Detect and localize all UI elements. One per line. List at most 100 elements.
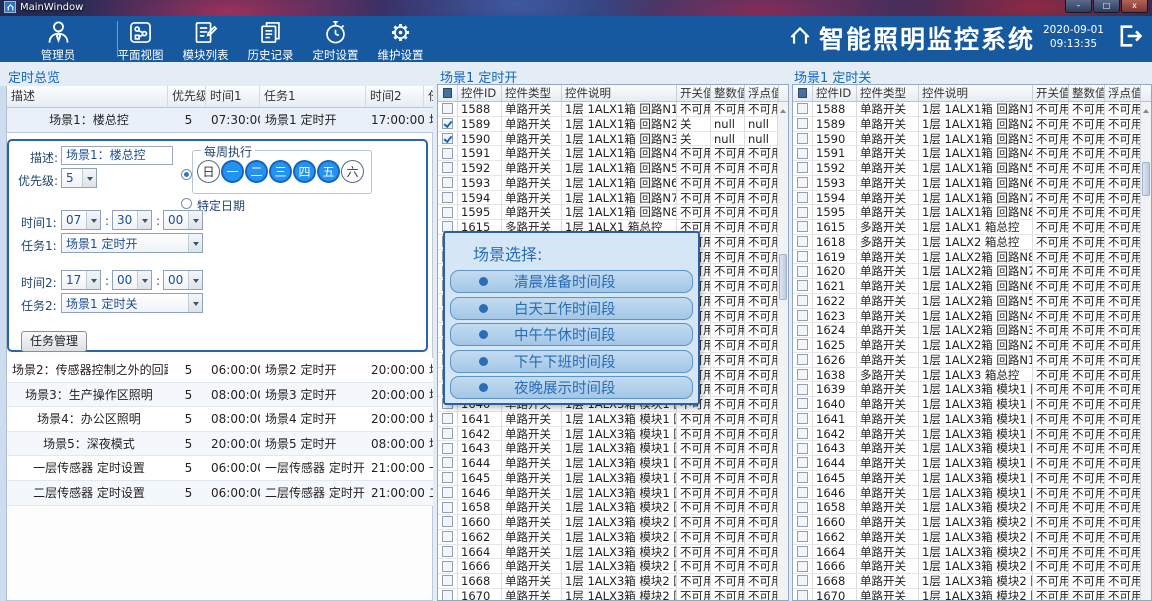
select-all-checkbox[interactable] xyxy=(793,85,813,101)
scene-off-scrollbar[interactable] xyxy=(1140,102,1151,600)
time2-minute-select[interactable]: 00 xyxy=(112,270,152,290)
scene-on-row[interactable]: 1642单路开关1层 1ALX3箱 模块1 回路N5不可用不可用不可用 xyxy=(438,427,779,442)
overview-row[interactable]: 二层传感器 定时设置506:00:00二层传感器 定时开21:00:00二层传感… xyxy=(7,481,433,506)
row-checkbox[interactable] xyxy=(442,531,453,542)
maximize-button[interactable]: □ xyxy=(1093,0,1120,13)
scene-on-row[interactable]: 1594单路开关1层 1ALX1箱 回路N7不可用不可用不可用 xyxy=(438,191,779,206)
column-header[interactable]: 优先级 xyxy=(168,86,206,107)
row-checkbox[interactable] xyxy=(442,177,453,188)
row-checkbox[interactable] xyxy=(797,133,808,144)
row-checkbox[interactable] xyxy=(797,575,808,586)
column-header[interactable]: 控件ID xyxy=(458,85,502,101)
row-checkbox[interactable] xyxy=(797,516,808,527)
scene-off-row[interactable]: 1660单路开关1层 1ALX3箱 模块2 回路N10不可用不可用不可用 xyxy=(793,515,1141,530)
time2-second-select[interactable]: 00 xyxy=(163,270,203,290)
scene-on-row[interactable]: 1590单路开关1层 1ALX1箱 回路N3关nullnull xyxy=(438,132,779,147)
scene-on-row[interactable]: 1666单路开关1层 1ALX3箱 模块2 回路N13不可用不可用不可用 xyxy=(438,559,779,574)
row-checkbox[interactable] xyxy=(442,428,453,439)
scene-on-row[interactable]: 1668单路开关1层 1ALX3箱 模块2 回路N14不可用不可用不可用 xyxy=(438,574,779,589)
row-checkbox[interactable] xyxy=(797,472,808,483)
scene-on-row[interactable]: 1588单路开关1层 1ALX1箱 回路N1不可用不可用不可用 xyxy=(438,102,779,117)
column-header[interactable]: 控件说明 xyxy=(919,85,1033,101)
row-checkbox[interactable] xyxy=(797,266,808,277)
overview-row[interactable]: 场景5：深夜模式520:00:00场景5 定时开08:00:00场景5 定时关 xyxy=(7,432,433,457)
row-checkbox[interactable] xyxy=(442,502,453,513)
scene-off-row[interactable]: 1594单路开关1层 1ALX1箱 回路N7不可用不可用不可用 xyxy=(793,191,1141,206)
row-checkbox[interactable] xyxy=(442,561,453,572)
scene-on-row[interactable]: 1593单路开关1层 1ALX1箱 回路N6不可用不可用不可用 xyxy=(438,176,779,191)
scene-off-row[interactable]: 1595单路开关1层 1ALX1箱 回路N8不可用不可用不可用 xyxy=(793,205,1141,220)
scene-off-row[interactable]: 1618多路开关1层 1ALX2 箱总控不可用不可用不可用 xyxy=(793,235,1141,250)
scene-on-row[interactable]: 1589单路开关1层 1ALX1箱 回路N2关nullnull xyxy=(438,117,779,132)
overview-row[interactable]: 场景2：传感器控制之外的回路506:00:00场景2 定时开20:00:00场景… xyxy=(7,358,433,383)
scene-off-row[interactable]: 1624单路开关1层 1ALX2箱 回路N3不可用不可用不可用 xyxy=(793,323,1141,338)
row-checkbox[interactable] xyxy=(442,162,453,173)
scrollbar-thumb[interactable] xyxy=(1142,162,1150,196)
row-checkbox[interactable] xyxy=(442,118,453,129)
scene-option-button[interactable]: 下午下班时间段 xyxy=(450,350,693,373)
scene-off-row[interactable]: 1619单路开关1层 1ALX2箱 回路N8不可用不可用不可用 xyxy=(793,250,1141,265)
column-header[interactable]: 整数值 xyxy=(1069,85,1105,101)
row-checkbox[interactable] xyxy=(797,398,808,409)
row-checkbox[interactable] xyxy=(442,207,453,218)
scene-off-row[interactable]: 1622单路开关1层 1ALX2箱 回路N5不可用不可用不可用 xyxy=(793,294,1141,309)
scene-off-row[interactable]: 1640单路开关1层 1ALX3箱 模块1 回路N7不可用不可用不可用 xyxy=(793,397,1141,412)
day-circle-一[interactable]: 一 xyxy=(221,160,244,183)
column-header[interactable]: 开关值 xyxy=(677,85,711,101)
priority-select[interactable]: 5 xyxy=(61,168,97,188)
column-header[interactable]: 浮点值 xyxy=(745,85,779,101)
row-checkbox[interactable] xyxy=(797,192,808,203)
nav-item-history[interactable]: 历史记录 xyxy=(238,19,303,63)
row-checkbox[interactable] xyxy=(797,590,808,600)
weekly-radio[interactable] xyxy=(181,169,192,180)
scene-on-row[interactable]: 1645单路开关1层 1ALX3箱 模块1 回路N2不可用不可用不可用 xyxy=(438,471,779,486)
row-checkbox[interactable] xyxy=(797,502,808,513)
row-checkbox[interactable] xyxy=(797,325,808,336)
scene-off-row[interactable]: 1646单路开关1层 1ALX3箱 模块1 回路N1不可用不可用不可用 xyxy=(793,486,1141,501)
nav-item-maintenance-settings[interactable]: 维护设置 xyxy=(368,19,433,63)
time1-minute-select[interactable]: 30 xyxy=(112,210,152,230)
scene-on-row[interactable]: 1662单路开关1层 1ALX3箱 模块2 回路N11不可用不可用不可用 xyxy=(438,530,779,545)
row-checkbox[interactable] xyxy=(797,207,808,218)
scene-off-row[interactable]: 1591单路开关1层 1ALX1箱 回路N4不可用不可用不可用 xyxy=(793,146,1141,161)
close-button[interactable]: x xyxy=(1121,0,1148,13)
scene-on-row[interactable]: 1658单路开关1层 1ALX3箱 模块2 回路N9不可用不可用不可用 xyxy=(438,500,779,515)
row-checkbox[interactable] xyxy=(442,472,453,483)
scrollbar-thumb[interactable] xyxy=(779,254,787,300)
scene-option-button[interactable]: 清晨准备时间段 xyxy=(450,270,693,293)
scene-on-row[interactable]: 1592单路开关1层 1ALX1箱 回路N5不可用不可用不可用 xyxy=(438,161,779,176)
column-header[interactable]: 控件类型 xyxy=(857,85,919,101)
task2-select[interactable]: 场景1 定时关 xyxy=(61,293,203,313)
column-header[interactable]: 描述 xyxy=(7,86,168,107)
scene-off-row[interactable]: 1589单路开关1层 1ALX1箱 回路N2不可用不可用不可用 xyxy=(793,117,1141,132)
row-checkbox[interactable] xyxy=(797,339,808,350)
scroll-up-icon[interactable] xyxy=(1141,102,1151,114)
overview-row-selected[interactable]: 场景1：楼总控507:30:00场景1 定时开17:00:00场景1 定时关 xyxy=(7,108,433,133)
row-checkbox[interactable] xyxy=(442,590,453,600)
column-header[interactable]: 控件ID xyxy=(813,85,857,101)
scene-on-row[interactable]: 1660单路开关1层 1ALX3箱 模块2 回路N10不可用不可用不可用 xyxy=(438,515,779,530)
row-checkbox[interactable] xyxy=(442,487,453,498)
scene-off-row[interactable]: 1626单路开关1层 1ALX2箱 回路N1不可用不可用不可用 xyxy=(793,353,1141,368)
scene-off-row[interactable]: 1668单路开关1层 1ALX3箱 模块2 回路N14不可用不可用不可用 xyxy=(793,574,1141,589)
row-checkbox[interactable] xyxy=(797,443,808,454)
time1-second-select[interactable]: 00 xyxy=(163,210,203,230)
scene-off-row[interactable]: 1644单路开关1层 1ALX3箱 模块1 回路N3不可用不可用不可用 xyxy=(793,456,1141,471)
scene-off-row[interactable]: 1639单路开关1层 1ALX3箱 模块1 回路N8不可用不可用不可用 xyxy=(793,382,1141,397)
row-checkbox[interactable] xyxy=(797,177,808,188)
scene-off-row[interactable]: 1670单路开关1层 1ALX3箱 模块2 回路N15不可用不可用不可用 xyxy=(793,589,1141,600)
scene-on-row[interactable]: 1646单路开关1层 1ALX3箱 模块1 回路N1不可用不可用不可用 xyxy=(438,486,779,501)
row-checkbox[interactable] xyxy=(797,118,808,129)
scene-off-row[interactable]: 1592单路开关1层 1ALX1箱 回路N5不可用不可用不可用 xyxy=(793,161,1141,176)
scene-on-row[interactable]: 1664单路开关1层 1ALX3箱 模块2 回路N12不可用不可用不可用 xyxy=(438,545,779,560)
row-checkbox[interactable] xyxy=(797,310,808,321)
scene-off-row[interactable]: 1623单路开关1层 1ALX2箱 回路N4不可用不可用不可用 xyxy=(793,309,1141,324)
row-checkbox[interactable] xyxy=(442,103,453,114)
scene-off-row[interactable]: 1638多路开关1层 1ALX3 箱总控不可用不可用不可用 xyxy=(793,368,1141,383)
nav-item-module-list[interactable]: 模块列表 xyxy=(173,19,238,63)
row-checkbox[interactable] xyxy=(797,148,808,159)
row-checkbox[interactable] xyxy=(442,413,453,424)
minimize-button[interactable]: – xyxy=(1065,0,1092,13)
row-checkbox[interactable] xyxy=(442,192,453,203)
scene-off-row[interactable]: 1666单路开关1层 1ALX3箱 模块2 回路N13不可用不可用不可用 xyxy=(793,559,1141,574)
